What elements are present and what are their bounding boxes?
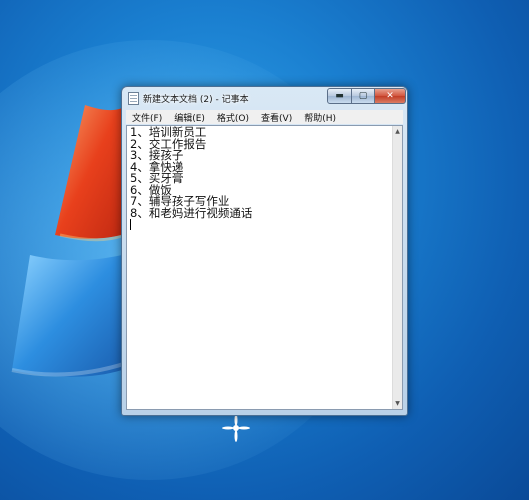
close-icon: ✕ bbox=[386, 91, 394, 101]
minimize-button[interactable]: ▬ bbox=[327, 88, 352, 104]
scroll-down-icon[interactable]: ▼ bbox=[393, 399, 402, 408]
text-editor[interactable]: 1、培训新员工 2、交工作报告 3、接孩子 4、拿快递 5、买牙膏 6、做饭 7… bbox=[126, 125, 403, 410]
text-caret bbox=[130, 219, 131, 230]
menu-file[interactable]: 文件(F) bbox=[126, 111, 168, 124]
notepad-icon bbox=[128, 92, 139, 105]
scroll-up-icon[interactable]: ▲ bbox=[393, 127, 402, 136]
close-button[interactable]: ✕ bbox=[374, 88, 406, 104]
title-bar[interactable]: 新建文本文档 (2) - 记事本 ▬ ▢ ✕ bbox=[122, 87, 407, 109]
minimize-icon: ▬ bbox=[335, 91, 344, 101]
menu-edit[interactable]: 编辑(E) bbox=[168, 111, 211, 124]
maximize-icon: ▢ bbox=[358, 91, 368, 101]
logo-blue-pane bbox=[12, 255, 122, 377]
notepad-window: 新建文本文档 (2) - 记事本 ▬ ▢ ✕ 文件(F) 编辑(E) 格式(O)… bbox=[121, 86, 408, 416]
desktop: 新建文本文档 (2) - 记事本 ▬ ▢ ✕ 文件(F) 编辑(E) 格式(O)… bbox=[0, 0, 529, 500]
text-line: 8、和老妈进行视频通话 bbox=[130, 205, 253, 220]
menu-bar: 文件(F) 编辑(E) 格式(O) 查看(V) 帮助(H) bbox=[126, 110, 403, 124]
menu-format[interactable]: 格式(O) bbox=[211, 111, 255, 124]
menu-help[interactable]: 帮助(H) bbox=[298, 111, 342, 124]
menu-view[interactable]: 查看(V) bbox=[255, 111, 298, 124]
maximize-button[interactable]: ▢ bbox=[351, 88, 375, 104]
vertical-scrollbar[interactable]: ▲ ▼ bbox=[392, 126, 402, 409]
window-title: 新建文本文档 (2) - 记事本 bbox=[143, 95, 249, 105]
editor-content: 1、培训新员工 2、交工作报告 3、接孩子 4、拿快递 5、买牙膏 6、做饭 7… bbox=[130, 126, 253, 230]
